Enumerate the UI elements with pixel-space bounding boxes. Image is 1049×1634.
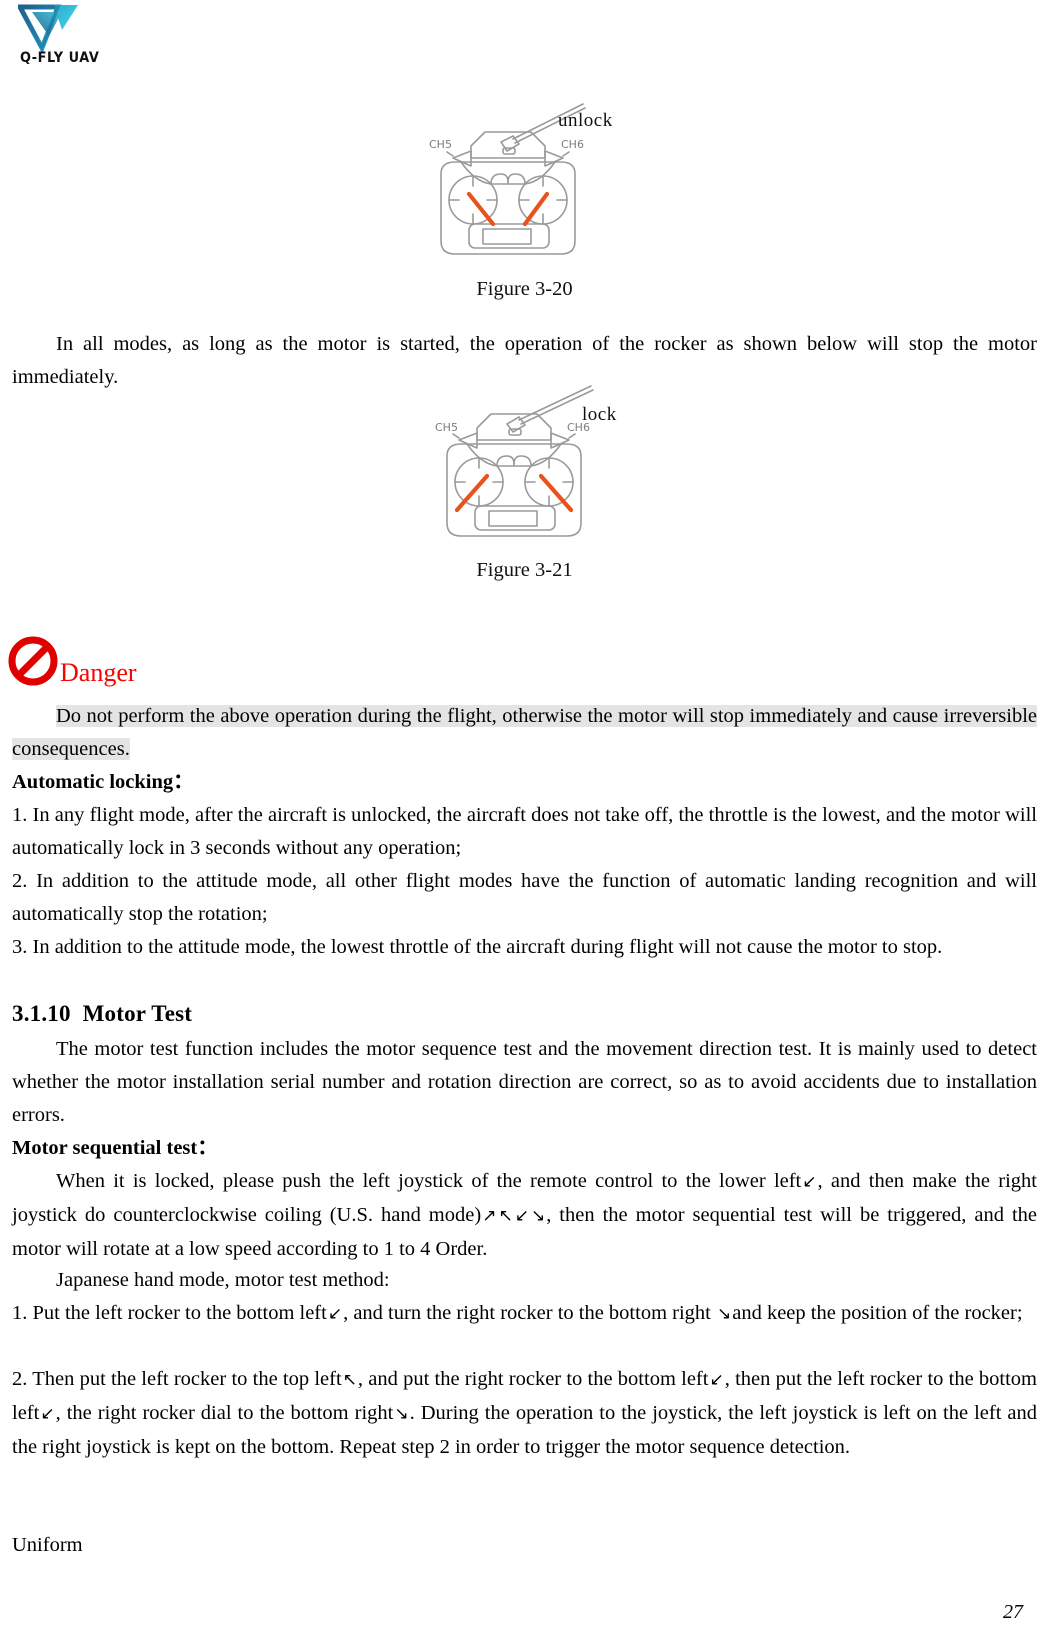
remote-controller-unlock-diagram: CH5 CH6 (429, 103, 586, 255)
auto-lock-item-3: 3. In addition to the attitude mode, the… (12, 936, 943, 958)
figure-3-20-caption-row: Figure 3-20 (0, 278, 1049, 301)
japanese-step-1: 1. Put the left rocker to the bottom lef… (12, 1297, 1037, 1331)
japanese-step-2: 2. Then put the left rocker to the top l… (12, 1363, 1037, 1464)
arrow-down-right-icon: ↘ (530, 1206, 546, 1226)
brand-logo: Q-FLY UAV (10, 4, 100, 74)
arrow-down-right-icon: ↘ (716, 1304, 732, 1324)
arrow-down-left-icon: ↙ (802, 1172, 817, 1192)
step2-text-b: , and put the right rocker to the bottom… (357, 1368, 709, 1390)
danger-callout: Danger (6, 634, 137, 688)
step2-text-d: , the right rocker dial to the bottom ri… (55, 1402, 394, 1424)
trailing-word: Uniform (12, 1534, 83, 1556)
channel-label-left: CH5 (435, 421, 458, 434)
motor-sequential-test-heading: Motor sequential test： (12, 1137, 218, 1159)
page-number: 27 (1003, 1601, 1023, 1623)
auto-lock-item-1: 1. In any flight mode, after the aircraf… (12, 804, 1037, 859)
motor-sequential-test-paragraph: When it is locked, please push the left … (12, 1165, 1037, 1266)
qfly-triangle-logo-icon (18, 4, 78, 52)
danger-label: Danger (60, 658, 137, 687)
arrow-up-left-icon: ↖ (342, 1370, 357, 1390)
figure-3-21-caption-row: Figure 3-21 (0, 559, 1049, 582)
arrow-down-left-icon: ↙ (327, 1304, 343, 1324)
page-header: Q-FLY UAV (10, 4, 310, 76)
motor-test-intro: The motor test function includes the mot… (12, 1038, 1037, 1126)
arrow-up-right-icon: ↗ (482, 1206, 497, 1226)
document-page: Q-FLY UAV CH5 CH6 unlock Figure 3-20 In … (0, 0, 1049, 1634)
figure-caption: Figure 3-20 (476, 278, 573, 300)
figure-3-20: CH5 CH6 unlock (0, 96, 1049, 271)
figure-caption: Figure 3-21 (476, 559, 573, 581)
brand-name: Q-FLY UAV (20, 50, 100, 66)
unlock-state-label: unlock (558, 110, 613, 131)
arrow-down-right-icon: ↘ (394, 1404, 409, 1424)
danger-text-paragraph: Do not perform the above operation durin… (12, 700, 1037, 766)
section-heading: 3.1.10 Motor Test (12, 997, 1037, 1030)
step1-text-c: and keep the position of the rocker; (732, 1302, 1023, 1324)
auto-lock-item-2: 2. In addition to the attitude mode, all… (12, 870, 1037, 925)
step1-text-a: 1. Put the left rocker to the bottom lef… (12, 1302, 327, 1324)
arrow-down-left-icon: ↙ (709, 1370, 724, 1390)
arrow-down-left-icon: ↙ (514, 1206, 529, 1226)
no-entry-icon (8, 636, 58, 686)
arrow-up-left-icon: ↖ (498, 1206, 513, 1226)
step1-text-b: , and turn the right rocker to the botto… (343, 1302, 711, 1324)
section-number: 3.1.10 (12, 1001, 71, 1026)
channel-label-right: CH6 (561, 138, 584, 151)
automatic-locking-heading: Automatic locking： (12, 771, 194, 793)
section-title: Motor Test (82, 1001, 193, 1026)
channel-label-left: CH5 (429, 138, 452, 151)
arrow-down-left-icon: ↙ (40, 1404, 55, 1424)
motor-seq-part1: When it is locked, please push the left … (56, 1170, 802, 1192)
japanese-hand-mode-line: Japanese hand mode, motor test method: (56, 1269, 390, 1291)
danger-text: Do not perform the above operation durin… (12, 705, 1037, 760)
step2-text-a: 2. Then put the left rocker to the top l… (12, 1368, 342, 1390)
lock-state-label: lock (582, 404, 617, 425)
figure-3-21: CH5 CH6 lock (0, 384, 1049, 554)
